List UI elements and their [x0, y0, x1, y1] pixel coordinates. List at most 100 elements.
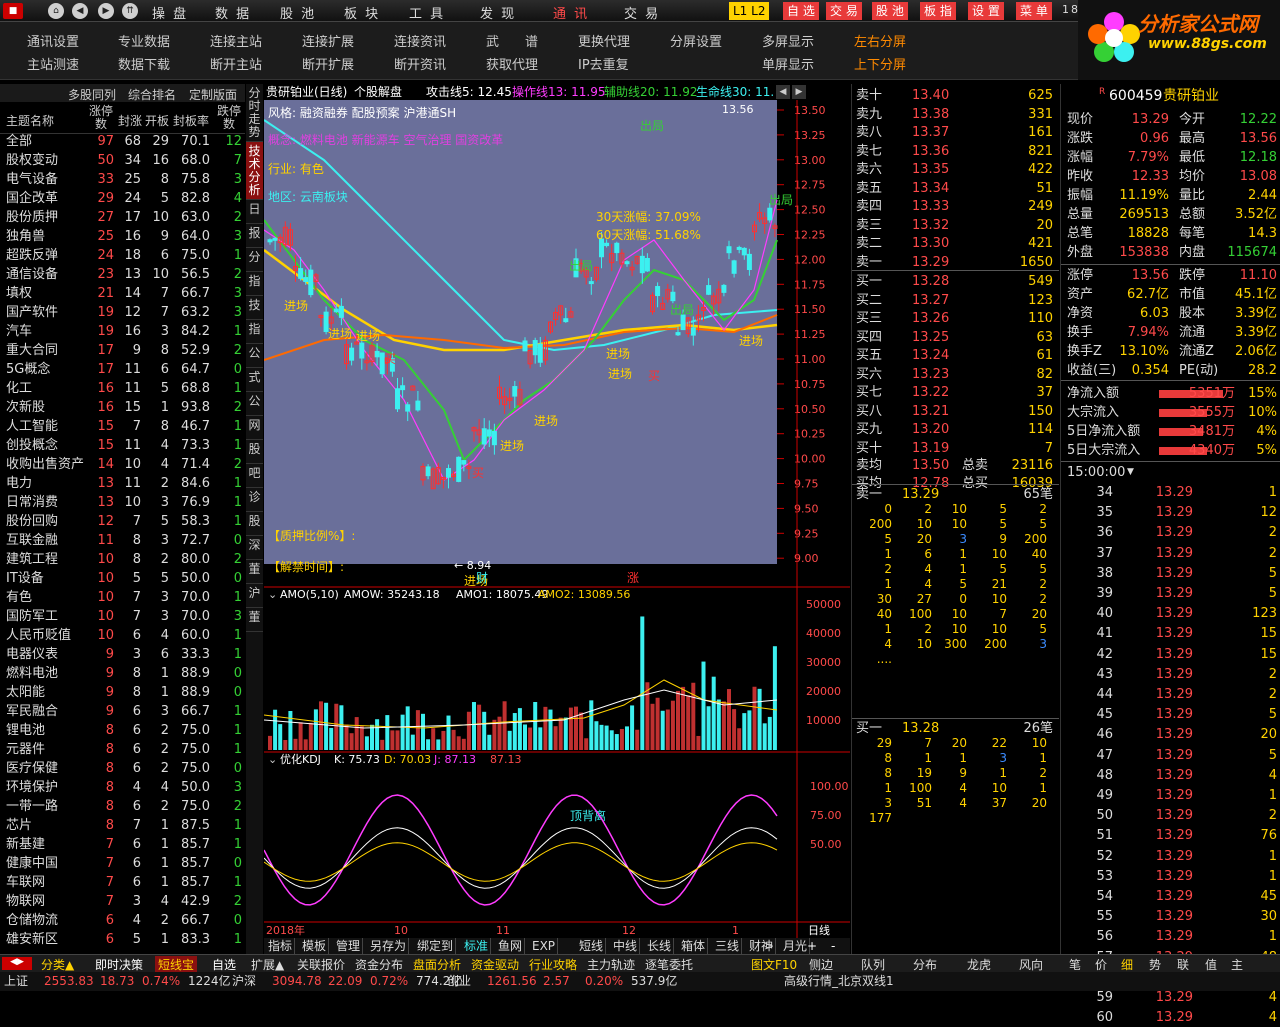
vtab-item[interactable]: 吧: [246, 464, 263, 488]
theme-row[interactable]: 新基建 7 6 1 85.7 1: [0, 835, 245, 854]
theme-row[interactable]: 医疗保健 8 6 2 75.0 0: [0, 759, 245, 778]
chart-tool-button[interactable]: 标准: [462, 938, 492, 954]
theme-row[interactable]: 建筑工程 10 8 2 80.0 2: [0, 550, 245, 569]
buy-level-row[interactable]: 买十 13.19 7: [852, 439, 1059, 458]
theme-row[interactable]: 有色 10 7 3 70.0 1: [0, 588, 245, 607]
sell-level-row[interactable]: 卖三 13.32 20: [852, 216, 1059, 235]
theme-row[interactable]: 人民币贬值 10 6 4 60.0 1: [0, 626, 245, 645]
theme-row[interactable]: 电力 13 11 2 84.6 1: [0, 474, 245, 493]
vtab-item[interactable]: 式: [246, 368, 263, 392]
toolbar-item[interactable]: 专业数据: [118, 31, 170, 50]
theme-row[interactable]: 5G概念 17 11 6 64.7 0: [0, 360, 245, 379]
col-opened[interactable]: 开板: [145, 112, 169, 129]
theme-row[interactable]: 国产软件 19 12 7 63.2 3: [0, 303, 245, 322]
chart-tool-button[interactable]: 管理: [334, 938, 364, 954]
buy-level-row[interactable]: 买三 13.26 110: [852, 309, 1059, 328]
zoom-out-icon[interactable]: -: [831, 938, 835, 954]
back-icon[interactable]: ◀: [72, 3, 88, 19]
toolbar-item[interactable]: 分屏设置: [670, 31, 722, 50]
buy-level-row[interactable]: 买二 13.27 123: [852, 291, 1059, 310]
vtab-item[interactable]: 技术分析: [246, 142, 263, 200]
bottom-tab[interactable]: 主力轨迹: [584, 956, 638, 973]
bottom-tab[interactable]: 分布: [910, 956, 940, 973]
vtab-item[interactable]: 日: [246, 200, 263, 224]
theme-row[interactable]: 仓储物流 6 4 2 66.7 0: [0, 911, 245, 930]
menu-trade-ops[interactable]: 操 盘: [152, 3, 188, 22]
theme-row[interactable]: 创投概念 15 11 4 73.3 1: [0, 436, 245, 455]
toolbar-item[interactable]: 连接主站: [210, 31, 262, 50]
theme-row[interactable]: IT设备 10 5 5 50.0 0: [0, 569, 245, 588]
menu-tools[interactable]: 工 具: [409, 3, 445, 22]
sell-level-row[interactable]: 卖六 13.35 422: [852, 160, 1059, 179]
toolbar-item[interactable]: 武 谱: [486, 31, 538, 50]
bottom-tab[interactable]: 势: [1146, 956, 1164, 973]
vtab-item[interactable]: 网: [246, 416, 263, 440]
l1-l2-button[interactable]: L1 L2: [729, 2, 770, 20]
menu-stock-pool[interactable]: 股 池: [280, 3, 316, 22]
toolbar-item[interactable]: 获取代理: [486, 54, 538, 73]
chart-tool-button[interactable]: 箱体: [679, 938, 709, 954]
toolbar-item[interactable]: 更换代理: [578, 31, 630, 50]
theme-row[interactable]: 车联网 7 6 1 85.7 1: [0, 873, 245, 892]
bottom-tab[interactable]: 龙虎: [964, 956, 994, 973]
bottom-tab[interactable]: 短线宝: [155, 956, 198, 973]
tab-multi-stock[interactable]: 多股同列: [68, 86, 116, 103]
menu-button[interactable]: 菜 单: [1016, 2, 1052, 20]
menu-up-icon[interactable]: ⇈: [122, 3, 138, 19]
toolbar-item[interactable]: 断开扩展: [302, 54, 354, 73]
bottom-tab[interactable]: 自选: [209, 956, 240, 973]
index-label[interactable]: 创业: [447, 972, 471, 991]
sell-level-row[interactable]: 卖八 13.37 161: [852, 123, 1059, 142]
bottom-tab[interactable]: 风向: [1016, 956, 1046, 973]
watchlist-button[interactable]: 自 选: [783, 2, 819, 20]
menu-trade[interactable]: 交 易: [624, 3, 660, 22]
theme-row[interactable]: 雄安新区 6 5 1 83.3 1: [0, 930, 245, 949]
bottom-tab[interactable]: 细: [1118, 956, 1136, 973]
toolbar-item[interactable]: 左右分屏: [854, 31, 906, 50]
vtab-item[interactable]: 技: [246, 296, 263, 320]
vtab-item[interactable]: 董: [246, 560, 263, 584]
theme-row[interactable]: 通信设备 23 13 10 56.5 2: [0, 265, 245, 284]
theme-row[interactable]: 国企改革 29 24 5 82.8 4: [0, 189, 245, 208]
vtab-item[interactable]: 诊: [246, 488, 263, 512]
chart-prev-icon[interactable]: ◀: [776, 85, 790, 99]
theme-row[interactable]: 重大合同 17 9 8 52.9 2: [0, 341, 245, 360]
sell-level-row[interactable]: 卖七 13.36 821: [852, 142, 1059, 161]
toolbar-item[interactable]: 单屏显示: [762, 54, 814, 73]
buy-level-row[interactable]: 买五 13.24 61: [852, 346, 1059, 365]
bottom-tab[interactable]: 笔: [1066, 956, 1084, 973]
forward-icon[interactable]: ▶: [98, 3, 114, 19]
sell-level-row[interactable]: 卖十 13.40 625: [852, 86, 1059, 105]
theme-row[interactable]: 一带一路 8 6 2 75.0 2: [0, 797, 245, 816]
col-sealed[interactable]: 封涨: [118, 112, 142, 129]
theme-row[interactable]: 股权变动 50 34 16 68.0 7: [0, 151, 245, 170]
theme-row[interactable]: 太阳能 9 8 1 88.9 0: [0, 683, 245, 702]
vtab-item[interactable]: 董: [246, 608, 263, 632]
toolbar-item[interactable]: 通讯设置: [27, 31, 79, 50]
toolbar-item[interactable]: 断开资讯: [394, 54, 446, 73]
toolbar-item[interactable]: 断开主站: [210, 54, 262, 73]
theme-row[interactable]: 国防军工 10 7 3 70.0 3: [0, 607, 245, 626]
bottom-tab[interactable]: 价: [1092, 956, 1110, 973]
chart-tool-more-icon[interactable]: >: [764, 938, 774, 954]
vtab-item[interactable]: 公: [246, 392, 263, 416]
chart-mode[interactable]: 个股解盘: [354, 84, 402, 100]
chart-tool-button[interactable]: EXP: [530, 938, 559, 954]
vtab-item[interactable]: 报: [246, 224, 263, 248]
theme-row[interactable]: 化工 16 11 5 68.8 1: [0, 379, 245, 398]
theme-row[interactable]: 超跌反弹 24 18 6 75.0 1: [0, 246, 245, 265]
theme-row[interactable]: 股份回购 12 7 5 58.3 1: [0, 512, 245, 531]
theme-row[interactable]: 次新股 16 15 1 93.8 2: [0, 398, 245, 417]
col-limit-down[interactable]: 跌停数: [216, 105, 242, 131]
theme-row[interactable]: 互联金融 11 8 3 72.7 0: [0, 531, 245, 550]
index-button[interactable]: 板 指: [920, 2, 956, 20]
chart-tool-button[interactable]: 绑定到: [415, 938, 457, 954]
buy-level-row[interactable]: 买一 13.28 549: [852, 272, 1059, 291]
theme-row[interactable]: 芯片 8 7 1 87.5 1: [0, 816, 245, 835]
buy-level-row[interactable]: 买四 13.25 63: [852, 328, 1059, 347]
toolbar-item[interactable]: 连接扩展: [302, 31, 354, 50]
trade-button[interactable]: 交 易: [826, 2, 862, 20]
theme-row[interactable]: 锂电池 8 6 2 75.0 1: [0, 721, 245, 740]
home-icon[interactable]: ⌂: [48, 3, 64, 19]
bottom-tab[interactable]: 即时决策: [92, 956, 147, 973]
